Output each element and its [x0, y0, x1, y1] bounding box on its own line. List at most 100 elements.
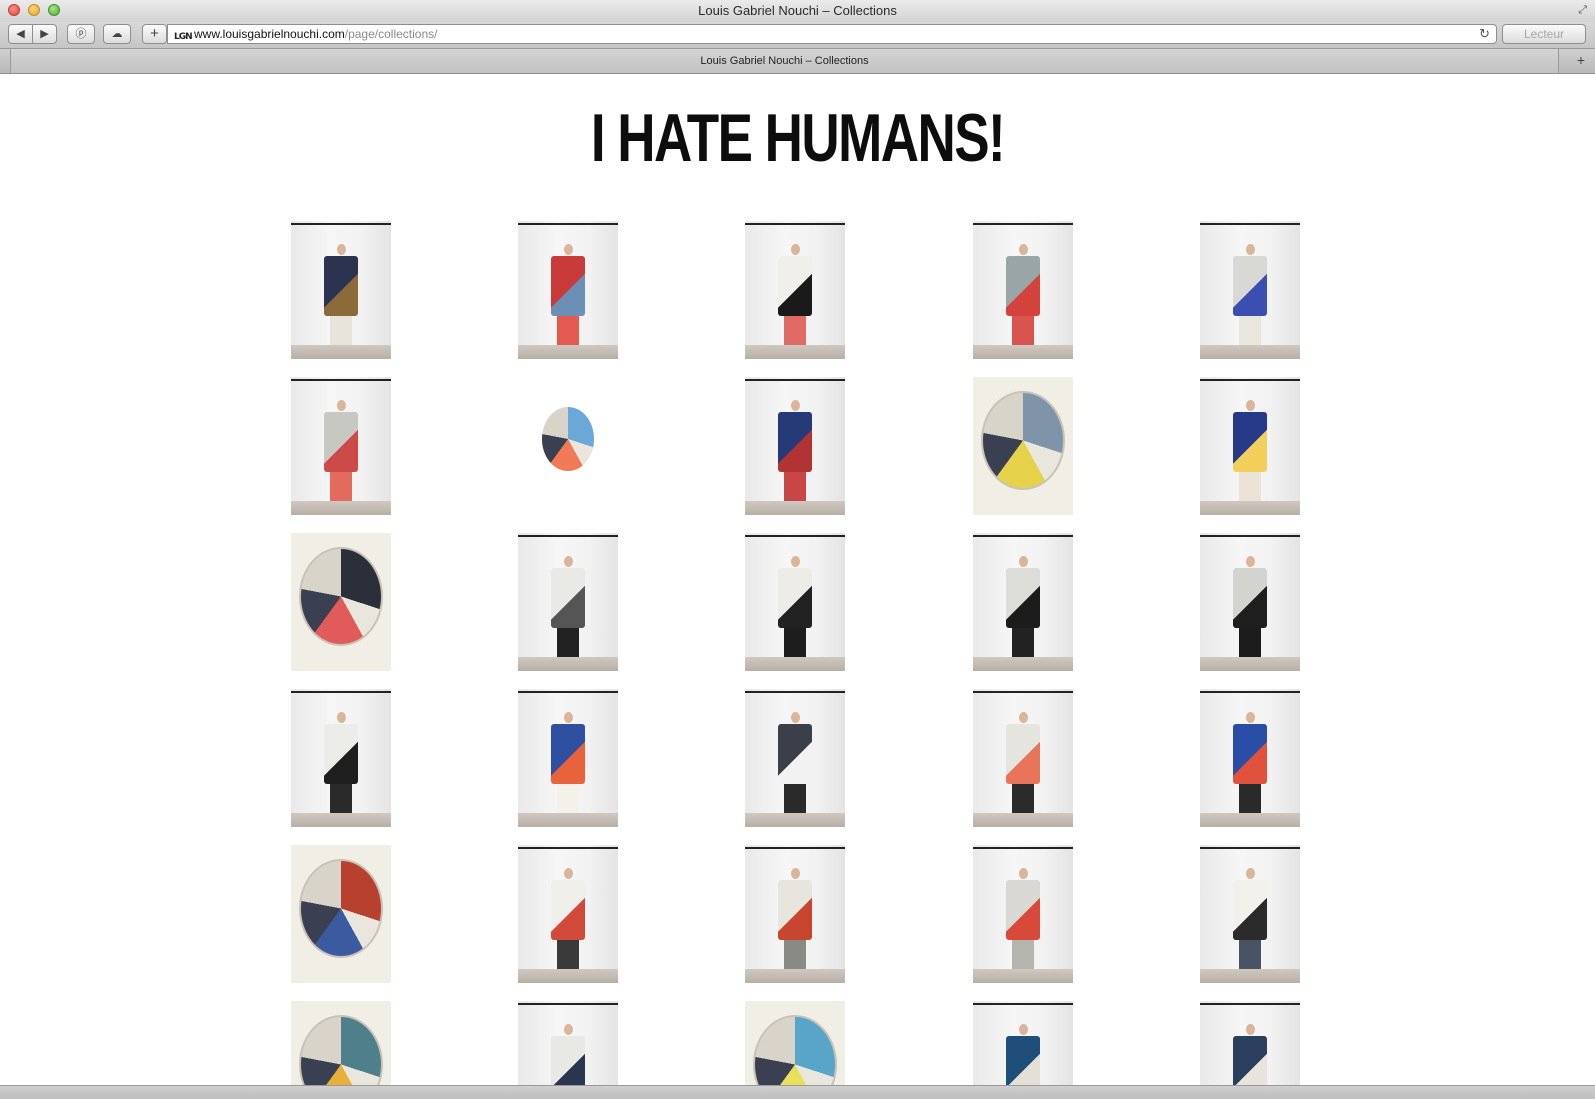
- url-text: www.louisgabrielnouchi.com/page/collecti…: [194, 25, 437, 43]
- collection-thumbnail[interactable]: [1200, 377, 1300, 515]
- model-head: [1246, 556, 1255, 568]
- collection-thumbnail[interactable]: [291, 1001, 391, 1085]
- collection-thumbnail[interactable]: [973, 689, 1073, 827]
- collection-thumbnail[interactable]: [973, 845, 1073, 983]
- collection-thumbnail[interactable]: [518, 533, 618, 671]
- model-legs: [1012, 936, 1034, 970]
- url-host: www.louisgabrielnouchi.com: [194, 27, 345, 41]
- model-garment: [1233, 723, 1267, 785]
- browser-toolbar: ◀ ▶ ⓟ ☁ + LGN www.louisgabrielnouchi.com…: [0, 22, 1595, 48]
- model-head: [1246, 712, 1255, 724]
- fullscreen-icon[interactable]: ⤢: [1578, 4, 1587, 17]
- collection-thumbnail[interactable]: [1200, 845, 1300, 983]
- floor-strip: [518, 657, 618, 671]
- address-bar[interactable]: LGN www.louisgabrielnouchi.com/page/coll…: [167, 24, 1497, 44]
- collection-thumbnail[interactable]: [745, 1001, 845, 1085]
- collection-thumbnail[interactable]: [291, 689, 391, 827]
- collection-thumbnail[interactable]: [973, 1001, 1073, 1085]
- pinterest-icon: ⓟ: [75, 28, 87, 40]
- model-garment: [778, 879, 812, 941]
- model-legs: [784, 780, 806, 814]
- model-garment: [551, 567, 585, 629]
- artwork-disc: [542, 407, 594, 471]
- new-tab-icon[interactable]: +: [1577, 52, 1585, 68]
- collection-thumbnail[interactable]: [973, 533, 1073, 671]
- model-legs: [1012, 312, 1034, 346]
- collection-thumbnail[interactable]: [1200, 221, 1300, 359]
- collection-thumbnail[interactable]: [291, 377, 391, 515]
- floor-strip: [745, 657, 845, 671]
- collection-thumbnail[interactable]: [1200, 533, 1300, 671]
- model-garment: [1006, 567, 1040, 629]
- model-garment: [551, 255, 585, 317]
- model-head: [564, 1024, 573, 1036]
- browser-window: Louis Gabriel Nouchi – Collections ⤢ ◀ ▶…: [0, 0, 1595, 1099]
- collection-thumbnail[interactable]: [973, 221, 1073, 359]
- collection-thumbnail[interactable]: [518, 377, 618, 515]
- model-garment: [1006, 723, 1040, 785]
- page-headline: I HATE HUMANS!: [590, 100, 1006, 176]
- model-head: [1246, 244, 1255, 256]
- collection-thumbnail[interactable]: [291, 221, 391, 359]
- artwork-disc: [299, 546, 383, 647]
- model-legs: [557, 624, 579, 658]
- model-head: [1019, 1024, 1028, 1036]
- collection-thumbnail[interactable]: [745, 221, 845, 359]
- pinterest-button[interactable]: ⓟ: [67, 24, 95, 44]
- floor-strip: [1200, 501, 1300, 515]
- floor-strip: [1200, 969, 1300, 983]
- model-head: [564, 244, 573, 256]
- collection-thumbnail[interactable]: [291, 845, 391, 983]
- artwork-disc: [299, 858, 383, 959]
- collection-thumbnail[interactable]: [1200, 1001, 1300, 1085]
- forward-button[interactable]: ▶: [32, 24, 57, 44]
- model-head: [337, 712, 346, 724]
- back-arrow-icon: ◀: [16, 28, 25, 40]
- model-head: [791, 556, 800, 568]
- model-legs: [1012, 624, 1034, 658]
- add-bookmark-button[interactable]: +: [142, 24, 167, 44]
- tab-bar: Louis Gabriel Nouchi – Collections +: [0, 48, 1595, 74]
- window-title: Louis Gabriel Nouchi – Collections: [698, 3, 897, 18]
- floor-strip: [973, 345, 1073, 359]
- artwork-disc: [981, 390, 1065, 491]
- floor-strip: [745, 969, 845, 983]
- collection-thumbnail[interactable]: [291, 533, 391, 671]
- model-head: [791, 868, 800, 880]
- collection-thumbnail[interactable]: [745, 689, 845, 827]
- model-garment: [1233, 1035, 1267, 1085]
- back-button[interactable]: ◀: [8, 24, 33, 44]
- model-garment: [778, 255, 812, 317]
- horizontal-scrollbar[interactable]: [0, 1085, 1595, 1099]
- collection-thumbnail[interactable]: [518, 1001, 618, 1085]
- reader-button[interactable]: Lecteur: [1502, 24, 1586, 44]
- floor-strip: [973, 657, 1073, 671]
- model-head: [564, 868, 573, 880]
- model-garment: [551, 1035, 585, 1085]
- model-head: [1019, 244, 1028, 256]
- model-head: [1246, 1024, 1255, 1036]
- collection-thumbnail[interactable]: [973, 377, 1073, 515]
- model-legs: [1239, 312, 1261, 346]
- collection-thumbnail[interactable]: [745, 845, 845, 983]
- collection-thumbnail[interactable]: [518, 845, 618, 983]
- reload-icon[interactable]: ↻: [1479, 25, 1490, 43]
- floor-strip: [745, 501, 845, 515]
- model-legs: [1239, 468, 1261, 502]
- model-legs: [784, 936, 806, 970]
- collection-thumbnail[interactable]: [745, 533, 845, 671]
- collection-thumbnail[interactable]: [518, 689, 618, 827]
- collection-thumbnail[interactable]: [745, 377, 845, 515]
- collection-thumbnail[interactable]: [1200, 689, 1300, 827]
- model-legs: [1239, 624, 1261, 658]
- collection-thumbnail[interactable]: [518, 221, 618, 359]
- model-head: [791, 712, 800, 724]
- forward-arrow-icon: ▶: [40, 28, 49, 40]
- tab-current[interactable]: Louis Gabriel Nouchi – Collections: [10, 49, 1559, 73]
- model-legs: [330, 468, 352, 502]
- floor-strip: [973, 969, 1073, 983]
- floor-strip: [1200, 345, 1300, 359]
- model-legs: [557, 936, 579, 970]
- icloud-tabs-button[interactable]: ☁: [103, 24, 131, 44]
- model-garment: [324, 255, 358, 317]
